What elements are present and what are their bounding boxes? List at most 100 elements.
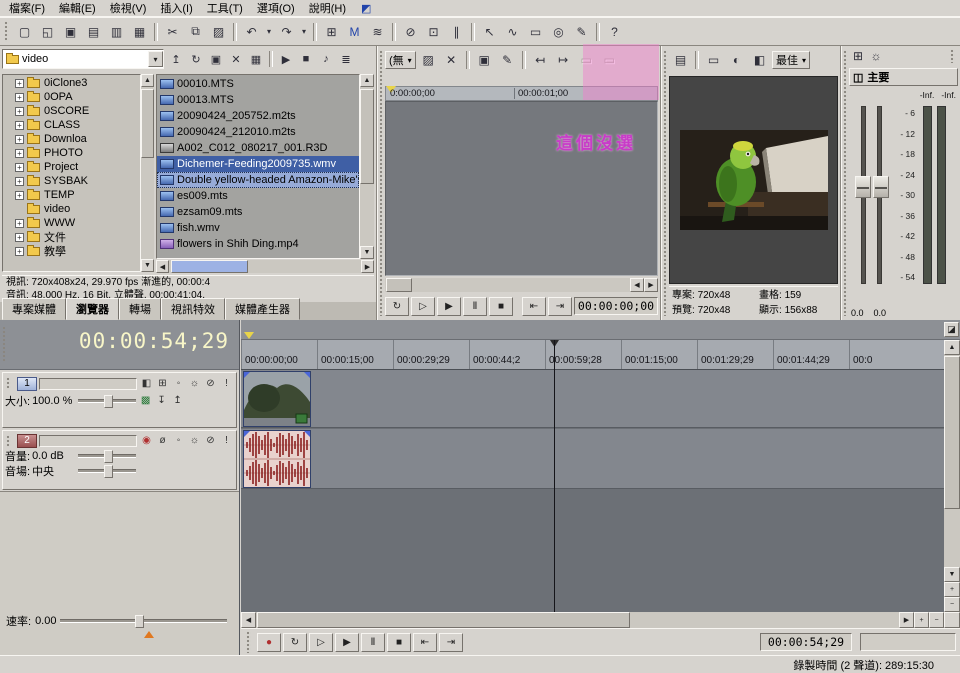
trimmer-remove-effect-button[interactable]: ✕	[440, 49, 463, 71]
play-from-start-button[interactable]: ▷	[309, 633, 333, 652]
lock-envelopes-button[interactable]: ≋	[366, 21, 389, 43]
stop-button[interactable]: ■	[387, 633, 411, 652]
stop-preview-button[interactable]: ■	[296, 49, 316, 69]
flowers in Shih Ding.mp4[interactable]: flowers in Shih Ding.mp4	[157, 236, 359, 252]
redo-dropdown-arrow[interactable]: ▾	[298, 21, 310, 43]
scroll-right-icon[interactable]: ▶	[361, 260, 374, 273]
volume-slider[interactable]	[78, 454, 136, 458]
whats-this-help-button[interactable]: ?	[603, 21, 626, 43]
marker-bar[interactable]: ◪	[241, 320, 960, 340]
tree-item-folder[interactable]: Downloa	[3, 132, 140, 146]
pan-slider[interactable]	[78, 469, 136, 473]
scroll-up-icon[interactable]: ▲	[360, 74, 374, 87]
scroll-thumb[interactable]	[386, 278, 412, 292]
go-to-end-button[interactable]: ⇥	[439, 633, 463, 652]
video-clip[interactable]	[243, 371, 311, 427]
playhead[interactable]	[554, 340, 555, 612]
trimmer-stop-button[interactable]: ■	[489, 297, 513, 316]
tree-item-folder[interactable]: CLASS	[3, 118, 140, 132]
slider-thumb[interactable]	[135, 615, 144, 628]
trimmer-play-from-start-button[interactable]: ▷	[411, 297, 435, 316]
tree-item-folder[interactable]: Project	[3, 160, 140, 174]
paste-button[interactable]: ▨	[207, 21, 230, 43]
timeline-marker-icon[interactable]	[244, 332, 254, 339]
panel-grip[interactable]	[379, 50, 384, 316]
panel-grip[interactable]	[663, 50, 668, 316]
dock-tab[interactable]: 媒體產生器	[225, 298, 300, 320]
expand-icon[interactable]	[15, 79, 24, 88]
es009.mts[interactable]: es009.mts	[157, 188, 359, 204]
video-track-lane[interactable]	[241, 370, 944, 428]
open-button[interactable]: ◱	[36, 21, 59, 43]
expand-icon[interactable]	[15, 107, 24, 116]
tree-item-folder[interactable]: TEMP	[3, 188, 140, 202]
tree-scrollbar[interactable]: ▲ ▼	[141, 74, 154, 272]
expand-icon[interactable]	[15, 121, 24, 130]
size-slider[interactable]	[78, 399, 136, 403]
scroll-down-icon[interactable]: ▼	[141, 259, 154, 272]
dock-grip[interactable]	[2, 326, 7, 363]
scroll-left-icon[interactable]: ◀	[156, 260, 169, 273]
file-list-scrollbar[interactable]: ▲ ▼	[360, 74, 374, 259]
compositing-mode-icon[interactable]: ◧	[139, 377, 154, 391]
preview-quality-select[interactable]: 最佳 ▾	[772, 51, 810, 69]
scroll-left-icon[interactable]: ◀	[241, 612, 256, 628]
chevron-down-icon[interactable]: ▾	[408, 56, 412, 65]
scroll-up-icon[interactable]: ▲	[141, 74, 154, 87]
play-button[interactable]: ▶	[335, 633, 359, 652]
cut-button[interactable]: ✂	[161, 21, 184, 43]
transport-time-display[interactable]: 00:00:54;29	[760, 633, 852, 651]
zoom-edit-tool-button[interactable]: ◎	[547, 21, 570, 43]
copy-button[interactable]: ⧉	[184, 21, 207, 43]
timeline-vertical-scrollbar[interactable]: ▲ ▼ + −	[944, 340, 960, 612]
fader-handle-left[interactable]	[855, 176, 871, 198]
normal-edit-tool-button[interactable]: ↖	[478, 21, 501, 43]
automation-icon[interactable]: ☼	[187, 377, 202, 391]
panel-grip[interactable]	[843, 50, 848, 316]
expand-icon[interactable]	[15, 233, 24, 242]
timeline-ruler[interactable]: 00:00:00;0000:00:15;0000:00:29;2900:00:4…	[241, 340, 944, 370]
mute-icon[interactable]: ⊘	[203, 434, 218, 448]
fader-handle-right[interactable]	[873, 176, 889, 198]
video-track-header[interactable]: 1 ◧⊞◦☼⊘! 大小: 100.0 % ▩↧↥	[2, 372, 237, 428]
mixer-properties-button[interactable]: ☼	[867, 45, 885, 67]
scroll-up-icon[interactable]: ▲	[944, 340, 960, 355]
scroll-right-icon[interactable]: ▶	[899, 612, 914, 628]
auto-preview-button[interactable]: ♪	[316, 49, 336, 69]
video-overlays-button[interactable]: ◐	[725, 49, 748, 71]
20090424_205752.m2ts[interactable]: 20090424_205752.m2ts	[157, 108, 359, 124]
pause-button[interactable]: Ⅱ	[361, 633, 385, 652]
menu-item[interactable]: 檢視(V)	[103, 0, 154, 17]
A002_C012_080217_001.R3D[interactable]: A002_C012_080217_001.R3D	[157, 140, 359, 156]
Dichemer-Feeding2009735.wmv[interactable]: Dichemer-Feeding2009735.wmv	[157, 156, 359, 172]
audio-track-lane[interactable]	[241, 429, 944, 489]
scroll-down-icon[interactable]: ▼	[360, 246, 374, 259]
track-grip[interactable]	[6, 435, 11, 447]
paint-tool-button[interactable]: ✎	[570, 21, 593, 43]
invert-phase-icon[interactable]: ø	[155, 434, 170, 448]
trimmer-go-to-start-button[interactable]: ⇤	[522, 297, 546, 316]
scroll-thumb[interactable]	[360, 89, 374, 184]
00010.MTS[interactable]: 00010.MTS	[157, 76, 359, 92]
up-one-level-button[interactable]: ↥	[166, 49, 186, 69]
record-button[interactable]: ●	[257, 633, 281, 652]
solo-icon[interactable]: !	[219, 434, 234, 448]
solo-icon[interactable]: !	[219, 377, 234, 391]
start-preview-button[interactable]: ▶	[276, 49, 296, 69]
transport-grip[interactable]	[246, 631, 251, 653]
slider-thumb[interactable]	[104, 465, 113, 478]
tree-item-folder[interactable]: WWW	[3, 216, 140, 230]
undo-dropdown-arrow[interactable]: ▾	[263, 21, 275, 43]
external-monitor-button[interactable]: ▭	[702, 49, 725, 71]
trimmer-display-area[interactable]	[385, 101, 658, 276]
scroll-thumb[interactable]	[257, 612, 630, 628]
split-screen-view-button[interactable]: ◧	[748, 49, 771, 71]
chevron-down-icon[interactable]: ▾	[802, 56, 806, 65]
track-name-field[interactable]	[39, 435, 137, 447]
add-to-favorites-button[interactable]: ▦	[246, 49, 266, 69]
new-project-button[interactable]: ▢	[13, 21, 36, 43]
menu-item[interactable]: 選項(O)	[250, 0, 302, 17]
make-compositing-child-icon[interactable]: ↧	[154, 394, 169, 408]
tree-item-folder[interactable]: 0OPA	[3, 90, 140, 104]
expand-icon[interactable]	[15, 247, 24, 256]
